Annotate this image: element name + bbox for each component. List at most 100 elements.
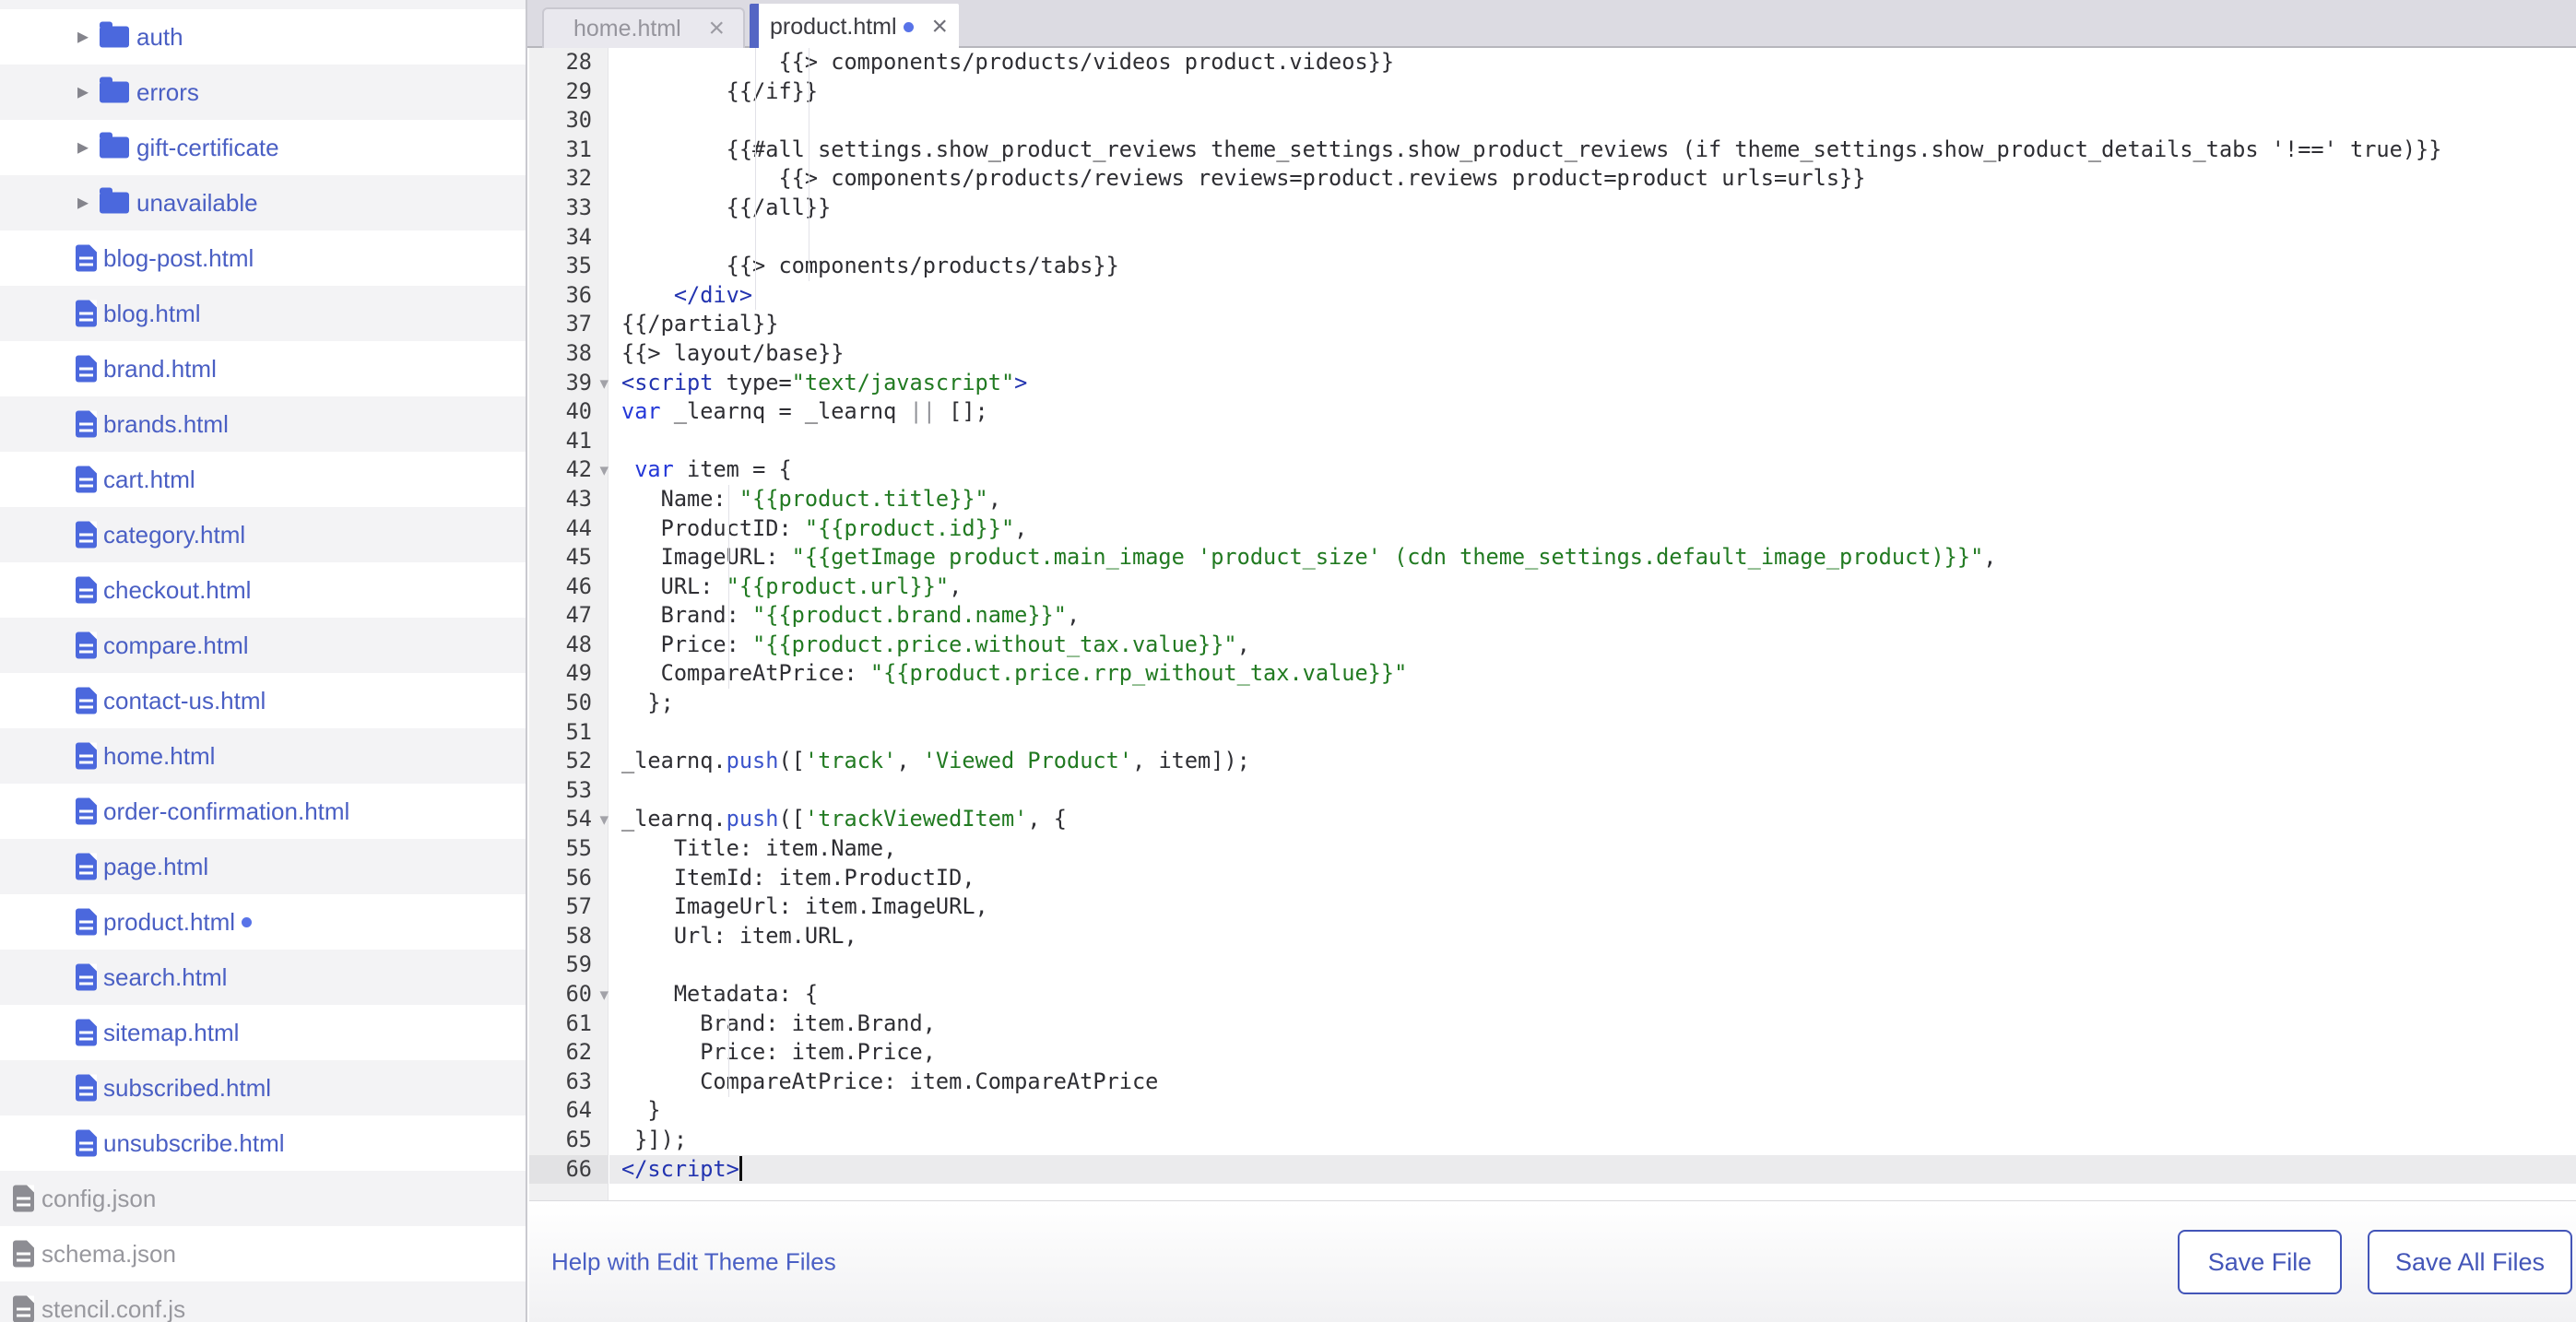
file-tree-item-contact-us-html[interactable]: contact-us.html [0, 673, 526, 728]
file-tree-item-blog-post-html[interactable]: blog-post.html [0, 230, 526, 286]
file-tree-item-errors[interactable]: ▸errors [0, 65, 526, 120]
code-line[interactable]: <script type="text/javascript"> [609, 369, 2576, 398]
active-tab-indicator [750, 4, 759, 50]
file-tree-sidebar[interactable]: ▸auth▸errors▸gift-certificate▸unavailabl… [0, 0, 527, 1322]
code-line[interactable]: {{> components/products/tabs}} [609, 252, 2576, 281]
save-file-button[interactable]: Save File [2178, 1230, 2342, 1294]
tab-product-html[interactable]: product.html × [750, 4, 959, 50]
file-tree-item-sitemap-html[interactable]: sitemap.html [0, 1005, 526, 1060]
code-line[interactable]: Name: "{{product.title}}", [609, 485, 2576, 514]
line-number: 30 [529, 106, 608, 136]
file-tree-item-home-html[interactable]: home.html [0, 728, 526, 784]
file-tree-item-product-html[interactable]: product.html [0, 894, 526, 950]
file-tree-item-blog-html[interactable]: blog.html [0, 286, 526, 341]
code-line[interactable]: CompareAtPrice: "{{product.price.rrp_wit… [609, 659, 2576, 689]
code-line[interactable]: Price: item.Price, [609, 1038, 2576, 1068]
code-line[interactable] [609, 950, 2576, 980]
code-line[interactable]: }; [609, 689, 2576, 718]
code-line[interactable]: ImageUrl: item.ImageURL, [609, 892, 2576, 922]
close-icon[interactable]: × [931, 11, 948, 42]
chevron-right-icon[interactable]: ▸ [77, 134, 89, 159]
code-line[interactable]: Title: item.Name, [609, 834, 2576, 864]
code-editor[interactable]: 282930313233343536373839▾404142▾43444546… [529, 48, 2576, 1200]
code-line[interactable]: {{> components/products/reviews reviews=… [609, 164, 2576, 194]
help-link[interactable]: Help with Edit Theme Files [551, 1247, 836, 1276]
code-line[interactable]: var _learnq = _learnq || []; [609, 397, 2576, 427]
code-line[interactable]: _learnq.push(['trackViewedItem', { [609, 805, 2576, 834]
code-line[interactable]: _learnq.push(['track', 'Viewed Product',… [609, 747, 2576, 776]
file-tree-item-search-html[interactable]: search.html [0, 950, 526, 1005]
code-line[interactable]: }]); [609, 1126, 2576, 1155]
file-tree-item-brand-html[interactable]: brand.html [0, 341, 526, 396]
file-tree-item-brands-html[interactable]: brands.html [0, 396, 526, 452]
code-line[interactable]: Price: "{{product.price.without_tax.valu… [609, 631, 2576, 660]
code-line[interactable]: Brand: item.Brand, [609, 1009, 2576, 1039]
code-line[interactable] [609, 427, 2576, 456]
code-token: push [727, 748, 779, 773]
file-label: product.html [103, 908, 235, 937]
fold-arrow-icon[interactable]: ▾ [599, 456, 609, 486]
code-token: > [1014, 370, 1027, 395]
file-icon [13, 1186, 34, 1212]
code-line[interactable]: Metadata: { [609, 980, 2576, 1009]
code-line[interactable]: ImageURL: "{{getImage product.main_image… [609, 543, 2576, 572]
code-line[interactable]: var item = { [609, 455, 2576, 485]
code-line[interactable]: {{/if}} [609, 77, 2576, 107]
code-line[interactable]: {{/partial}} [609, 310, 2576, 339]
file-tree-item-schema-json[interactable]: schema.json [0, 1226, 526, 1281]
file-label: order-confirmation.html [103, 797, 349, 826]
fold-arrow-icon[interactable]: ▾ [599, 806, 609, 835]
line-number: 66 [529, 1155, 608, 1185]
file-tree-item-stencil-conf-js[interactable]: stencil.conf.js [0, 1281, 526, 1322]
chevron-right-icon[interactable]: ▸ [77, 189, 89, 215]
code-token: ImageUrl: item.ImageURL, [621, 893, 988, 919]
code-line[interactable] [609, 718, 2576, 748]
file-tree-item-gift-certificate[interactable]: ▸gift-certificate [0, 120, 526, 175]
code-content[interactable]: {{> components/products/videos product.v… [609, 48, 2576, 1200]
code-token: ([ [778, 806, 804, 832]
folder-icon [100, 137, 129, 159]
code-line[interactable] [609, 776, 2576, 806]
code-line[interactable]: ProductID: "{{product.id}}", [609, 514, 2576, 544]
file-tree-item-config-json[interactable]: config.json [0, 1171, 526, 1226]
file-tree-item-compare-html[interactable]: compare.html [0, 618, 526, 673]
code-line[interactable]: </script> [609, 1155, 2576, 1185]
chevron-right-icon[interactable]: ▸ [77, 23, 89, 49]
code-line[interactable]: CompareAtPrice: item.CompareAtPrice [609, 1068, 2576, 1097]
file-tree-item-unavailable[interactable]: ▸unavailable [0, 175, 526, 230]
file-tree-item-cart-html[interactable]: cart.html [0, 452, 526, 507]
file-tree-item-order-confirmation-html[interactable]: order-confirmation.html [0, 784, 526, 839]
fold-arrow-icon[interactable]: ▾ [599, 370, 609, 399]
code-token: </script> [621, 1156, 739, 1182]
code-line[interactable]: {{> components/products/videos product.v… [609, 48, 2576, 77]
file-tree-item-category-html[interactable]: category.html [0, 507, 526, 562]
code-line[interactable]: {{/all}} [609, 194, 2576, 223]
code-line[interactable]: {{#all settings.show_product_reviews the… [609, 136, 2576, 165]
close-icon[interactable]: × [708, 13, 725, 44]
tab-home-html[interactable]: home.html × [542, 7, 745, 48]
line-number: 35 [529, 252, 608, 281]
line-number: 36 [529, 281, 608, 311]
code-line[interactable] [609, 223, 2576, 253]
file-tree-item-subscribed-html[interactable]: subscribed.html [0, 1060, 526, 1115]
code-line[interactable]: </div> [609, 281, 2576, 311]
chevron-right-icon[interactable]: ▸ [77, 78, 89, 104]
code-line[interactable] [609, 106, 2576, 136]
code-line[interactable]: Brand: "{{product.brand.name}}", [609, 601, 2576, 631]
code-line[interactable]: ItemId: item.ProductID, [609, 864, 2576, 893]
code-token: "text/javascript" [792, 370, 1014, 395]
file-icon [76, 522, 97, 549]
fold-arrow-icon[interactable]: ▾ [599, 981, 609, 1010]
code-token: {{#all settings.show_product_reviews the… [621, 136, 2441, 162]
file-tree-item-checkout-html[interactable]: checkout.html [0, 562, 526, 618]
save-all-files-button[interactable]: Save All Files [2368, 1230, 2572, 1294]
file-tree-item-page-html[interactable]: page.html [0, 839, 526, 894]
file-tree-item-unsubscribe-html[interactable]: unsubscribe.html [0, 1115, 526, 1171]
line-number: 39▾ [529, 369, 608, 398]
file-label: cart.html [103, 466, 195, 494]
code-line[interactable]: Url: item.URL, [609, 922, 2576, 951]
code-line[interactable]: URL: "{{product.url}}", [609, 572, 2576, 602]
code-line[interactable]: {{> layout/base}} [609, 339, 2576, 369]
file-tree-item-auth[interactable]: ▸auth [0, 9, 526, 65]
code-line[interactable]: } [609, 1096, 2576, 1126]
